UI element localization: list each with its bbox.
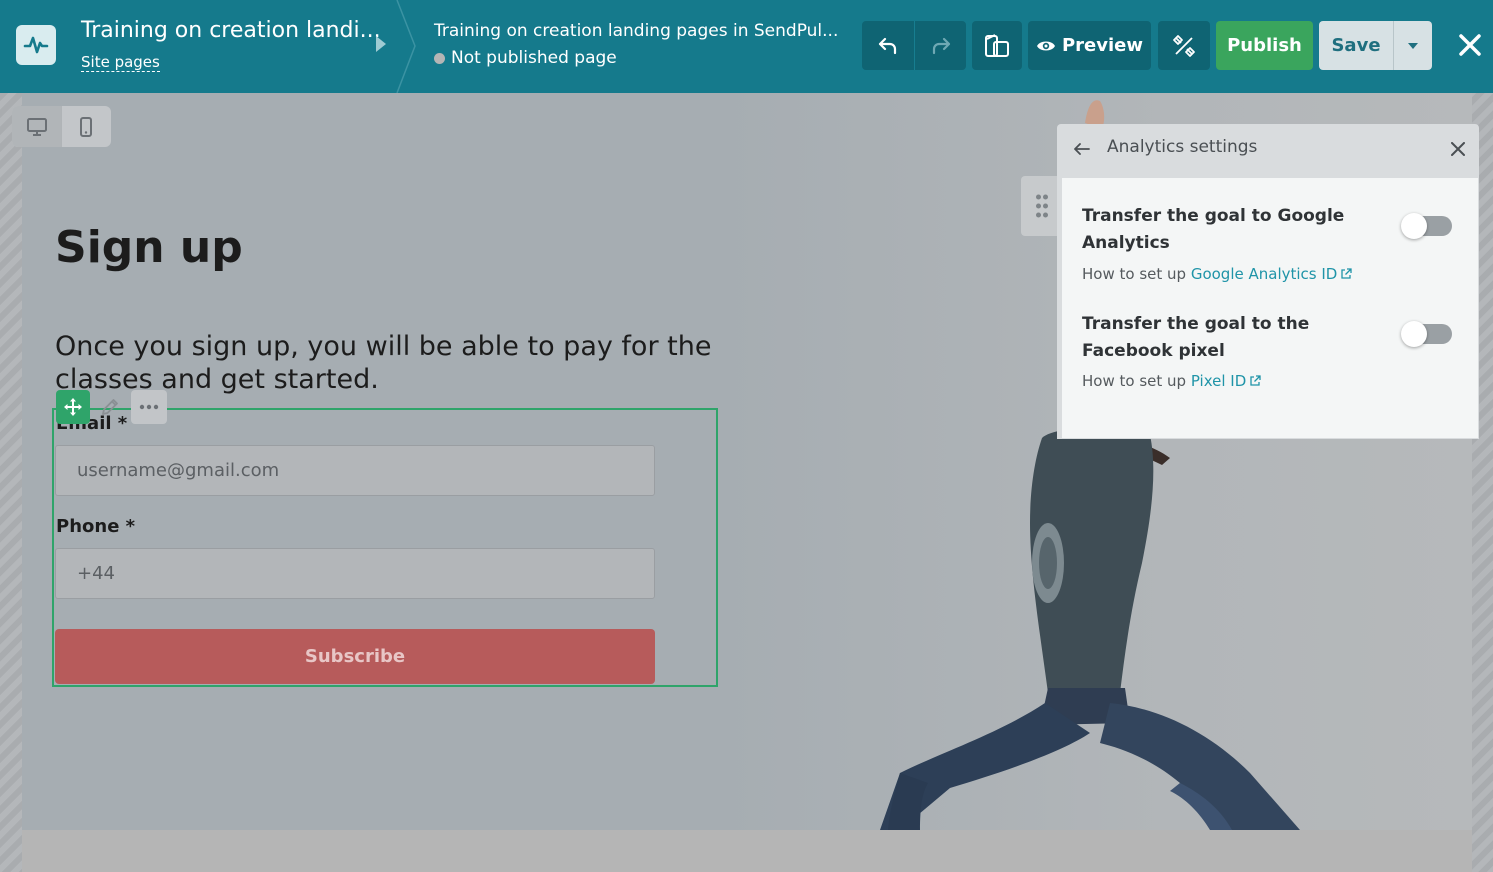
breadcrumb-separator (396, 0, 416, 93)
redo-button[interactable] (914, 21, 966, 70)
mobile-preview-button[interactable] (972, 21, 1022, 70)
caret-down-icon (1408, 42, 1418, 49)
move-block-button[interactable] (56, 390, 90, 424)
editor-toolbar: Training on creation landi... Site pages… (0, 0, 1493, 93)
desktop-icon (26, 117, 47, 136)
save-button-group: Save (1319, 21, 1432, 70)
status-dot (434, 52, 445, 64)
publish-button[interactable]: Publish (1216, 21, 1313, 70)
save-options-button[interactable] (1393, 21, 1432, 70)
next-section[interactable] (22, 830, 1472, 872)
redo-icon (932, 37, 950, 54)
subscribe-button[interactable]: Subscribe (55, 629, 655, 684)
pixel-id-link[interactable]: Pixel ID (1191, 372, 1261, 390)
mobile-icon (80, 116, 92, 137)
mobile-preview-icon (985, 33, 1009, 57)
move-icon (64, 398, 82, 416)
analytics-settings-panel: Analytics settings Transfer the goal to … (1057, 124, 1479, 439)
device-switcher (12, 106, 111, 147)
save-button[interactable]: Save (1319, 21, 1393, 70)
logo-icon[interactable] (16, 25, 56, 65)
undo-icon (878, 37, 897, 54)
page-status-text: Not published page (451, 48, 617, 68)
google-analytics-toggle[interactable] (1401, 213, 1452, 239)
link-text: Google Analytics ID (1190, 265, 1338, 283)
page-name: Training on creation landing pages in Se… (434, 21, 839, 41)
phone-field[interactable] (55, 548, 655, 599)
panel-title: Analytics settings (1107, 137, 1258, 157)
site-title[interactable]: Training on creation landi... (81, 18, 381, 43)
preview-button[interactable]: Preview (1028, 21, 1151, 70)
close-editor-button[interactable] (1453, 28, 1487, 62)
external-link-icon (1341, 268, 1353, 279)
page-description[interactable]: Once you sign up, you will be able to pa… (55, 330, 745, 396)
panel-body: Transfer the goal to Google Analytics Ho… (1062, 178, 1478, 438)
google-analytics-option-title: Transfer the goal to Google Analytics (1082, 206, 1345, 253)
preview-label: Preview (1061, 35, 1144, 56)
google-analytics-help: How to set up Google Analytics ID (1082, 265, 1353, 283)
panel-header: Analytics settings (1057, 124, 1479, 175)
google-analytics-id-link[interactable]: Google Analytics ID (1191, 265, 1353, 283)
link-text: Pixel ID (1190, 372, 1247, 390)
toggle-knob (1401, 321, 1427, 347)
facebook-pixel-option-title: Transfer the goal to the Facebook pixel (1082, 314, 1310, 361)
mobile-view-button[interactable] (61, 106, 110, 147)
undo-button[interactable] (862, 21, 914, 70)
toggle-knob (1401, 213, 1427, 239)
help-prefix: How to set up (1082, 372, 1187, 390)
more-icon (139, 404, 159, 410)
back-arrow-icon (1074, 143, 1090, 155)
pencil-icon (102, 399, 118, 415)
site-pages-link[interactable]: Site pages (81, 53, 160, 72)
drag-handle-icon (1036, 194, 1048, 218)
caret-right-icon[interactable] (376, 36, 386, 52)
page-title[interactable]: Sign up (55, 222, 243, 273)
close-panel-button[interactable] (1445, 136, 1471, 162)
page-status: Not published page (434, 48, 617, 68)
phone-label: Phone * (56, 516, 136, 537)
email-field[interactable] (55, 445, 655, 496)
edit-block-button[interactable] (94, 390, 126, 424)
close-icon (1459, 34, 1481, 56)
design-tools-button[interactable] (1158, 21, 1210, 70)
external-link-icon (1250, 375, 1261, 386)
eye-icon (1036, 41, 1055, 50)
tools-icon (1173, 34, 1195, 57)
facebook-pixel-help: How to set up Pixel ID (1082, 372, 1261, 390)
back-button[interactable] (1071, 136, 1093, 162)
help-prefix: How to set up (1082, 265, 1187, 283)
close-icon (1451, 142, 1465, 156)
more-options-button[interactable] (131, 390, 167, 424)
desktop-view-button[interactable] (12, 106, 61, 147)
facebook-pixel-toggle[interactable] (1401, 321, 1452, 347)
history-controls (862, 21, 966, 70)
